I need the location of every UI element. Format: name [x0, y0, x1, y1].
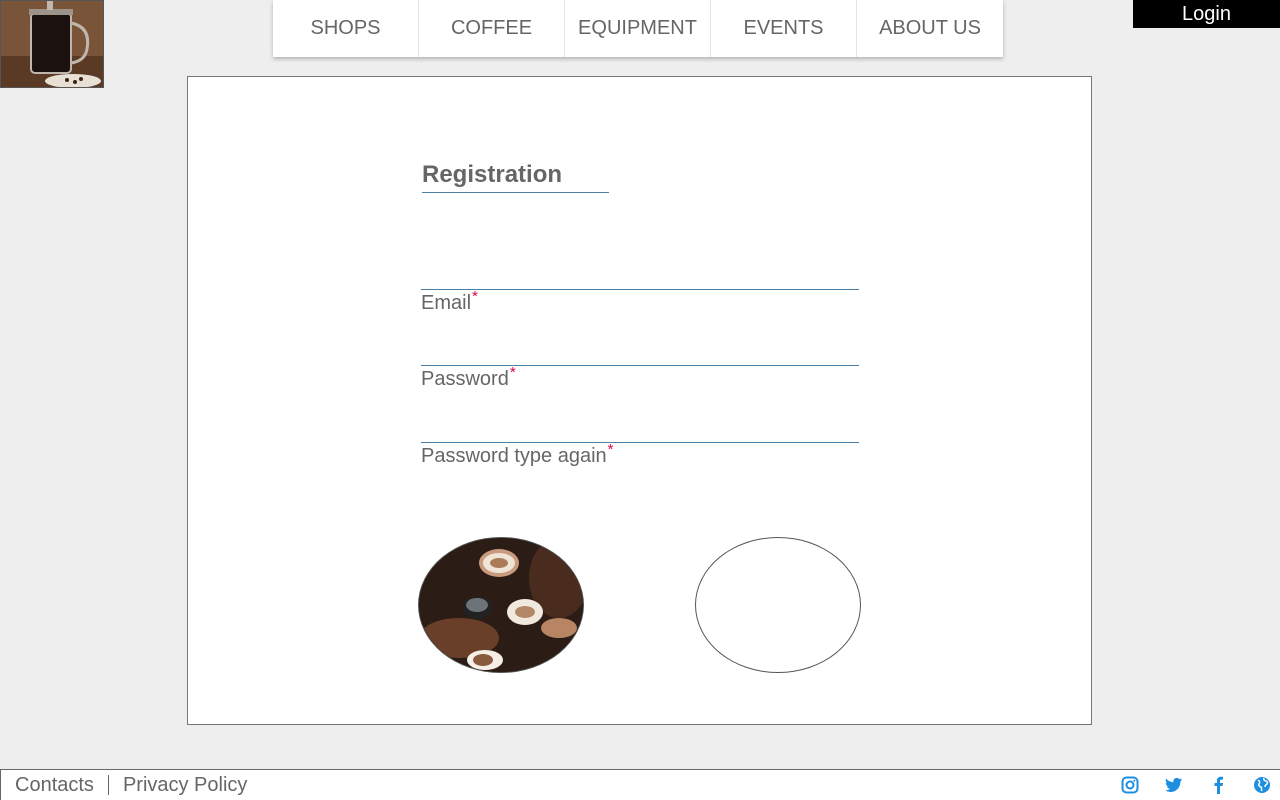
social-links	[1120, 775, 1272, 795]
password-confirm-field[interactable]	[421, 442, 859, 443]
contacts-link[interactable]: Contacts	[1, 775, 108, 795]
twitter-icon[interactable]	[1164, 775, 1184, 795]
required-marker: *	[509, 364, 516, 381]
required-marker: *	[472, 288, 478, 305]
title-underline	[422, 192, 609, 193]
facebook-icon[interactable]	[1208, 775, 1228, 795]
empty-image-button[interactable]	[695, 537, 861, 673]
privacy-policy-link[interactable]: Privacy Policy	[107, 775, 261, 795]
main-nav: SHOPS COFFEE EQUIPMENT EVENTS ABOUT US	[273, 0, 1003, 57]
nav-item-coffee[interactable]: COFFEE	[419, 0, 565, 57]
globe-icon[interactable]	[1252, 775, 1272, 795]
nav-item-events[interactable]: EVENTS	[711, 0, 857, 57]
logo[interactable]	[0, 0, 104, 88]
footer-links: Contacts Privacy Policy	[0, 770, 261, 800]
email-field[interactable]	[421, 289, 859, 290]
nav-item-about-us[interactable]: ABOUT US	[857, 0, 1003, 57]
password-label-text: Password	[421, 368, 509, 390]
email-label: Email*	[421, 288, 478, 315]
registration-card: Registration Email* Password* Password t…	[187, 76, 1092, 725]
password-field[interactable]	[421, 365, 859, 366]
password-label: Password*	[421, 364, 516, 391]
email-label-text: Email	[421, 292, 472, 314]
page-title: Registration	[422, 161, 563, 188]
required-marker: *	[607, 441, 614, 458]
password-confirm-label: Password type again*	[421, 441, 614, 468]
french-press-logo-image	[1, 1, 103, 87]
nav-item-shops[interactable]: SHOPS	[273, 0, 419, 57]
login-button[interactable]: Login	[1133, 0, 1280, 28]
nav-item-equipment[interactable]: EQUIPMENT	[565, 0, 711, 57]
coffee-cups-image-button[interactable]	[418, 537, 584, 673]
password-confirm-label-text: Password type again	[421, 445, 607, 467]
footer: Contacts Privacy Policy	[0, 769, 1280, 800]
instagram-icon[interactable]	[1120, 775, 1140, 795]
coffee-cups-image	[419, 538, 583, 672]
